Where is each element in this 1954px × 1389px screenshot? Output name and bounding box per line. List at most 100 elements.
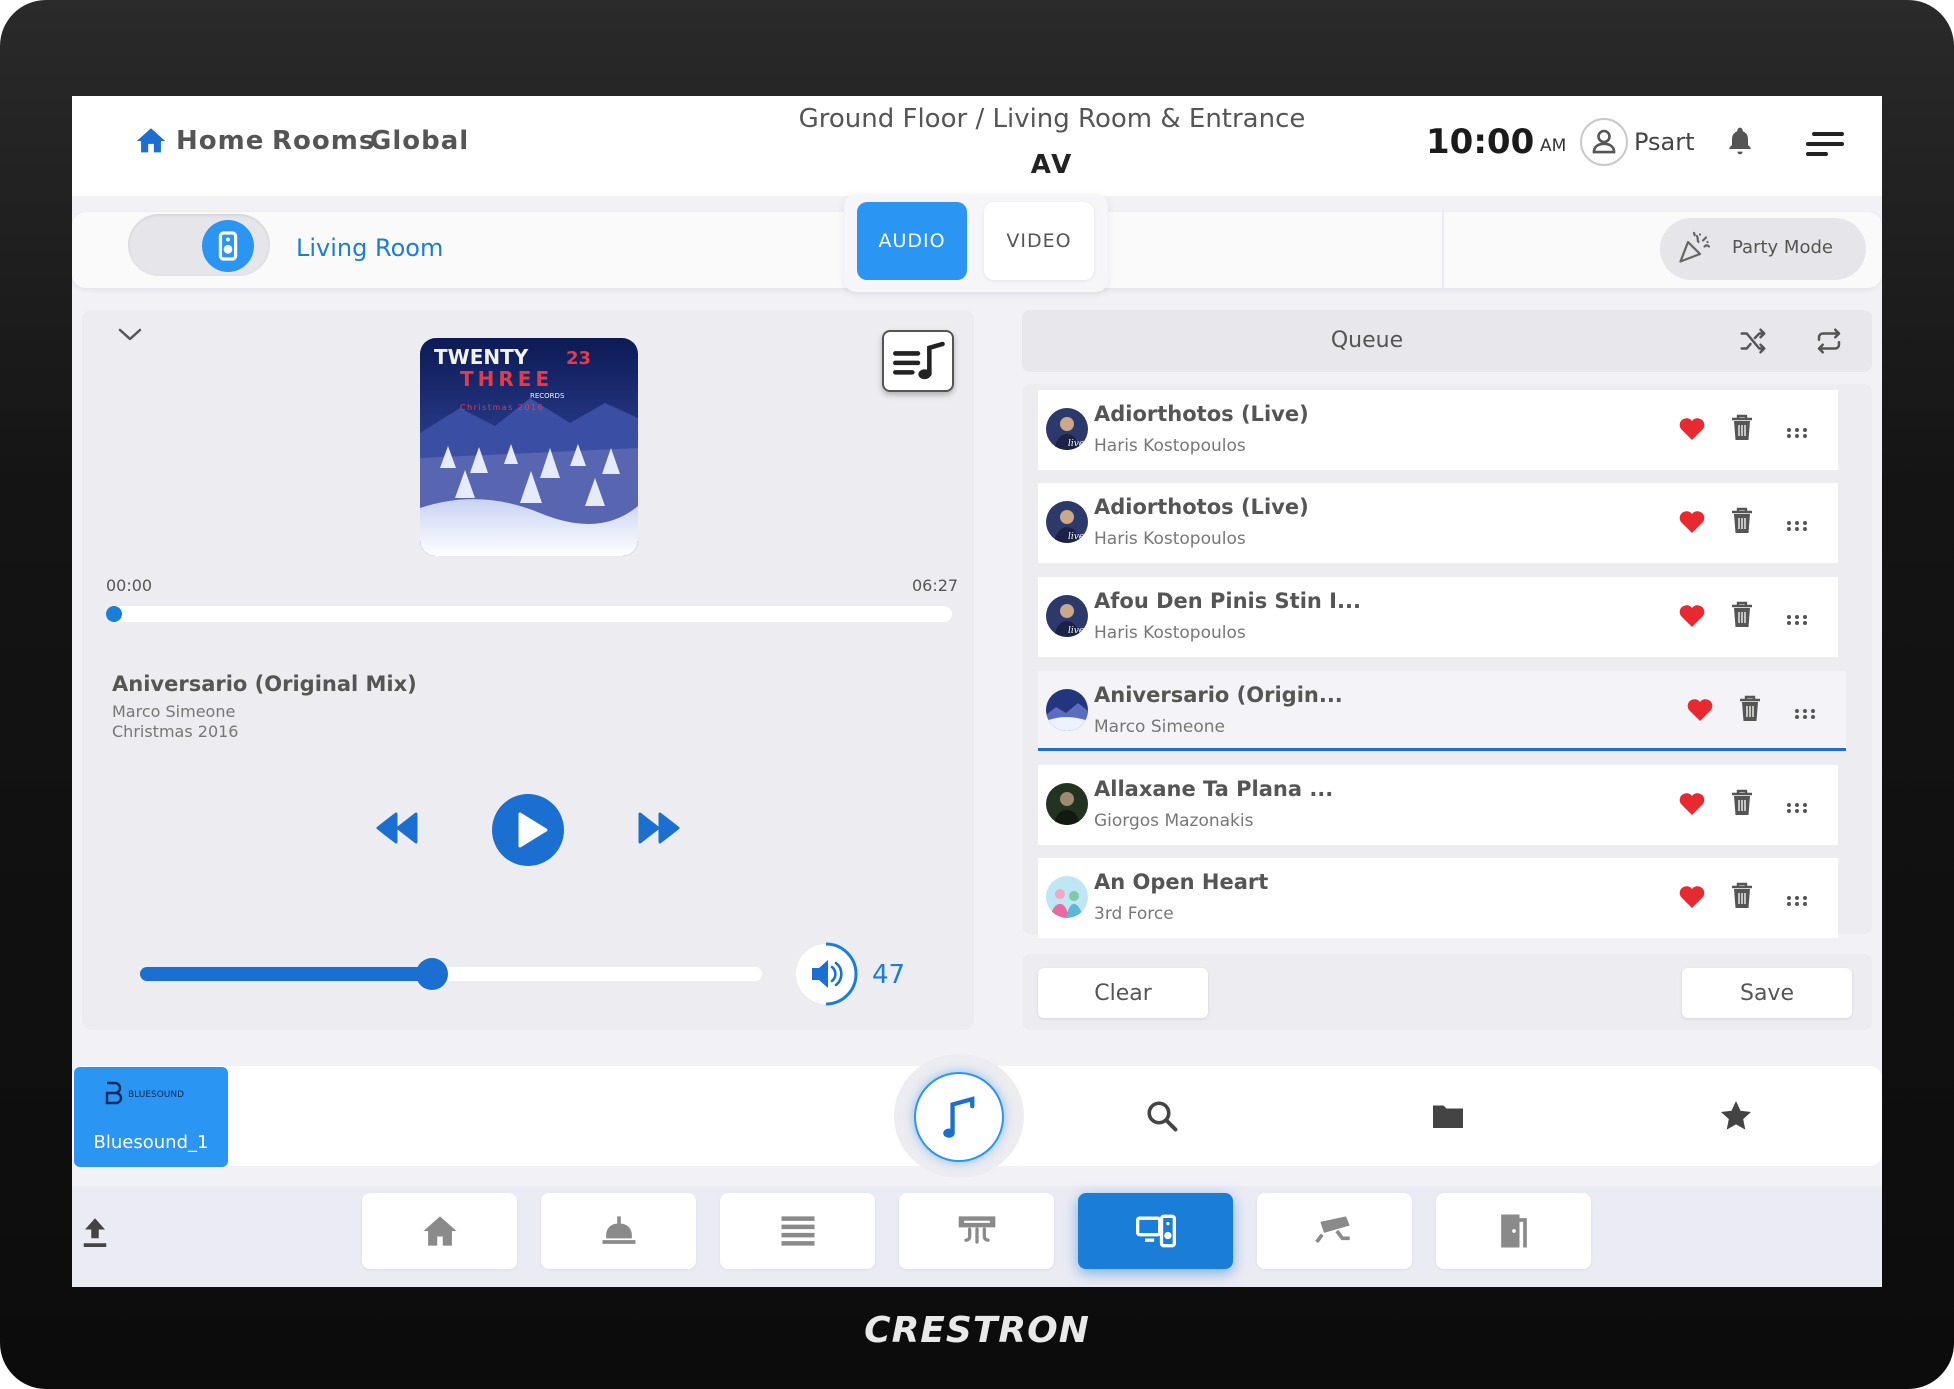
nav-security[interactable] <box>1257 1193 1412 1269</box>
shuffle-icon[interactable] <box>1736 326 1770 356</box>
trash-icon[interactable] <box>1738 695 1762 723</box>
user-avatar[interactable] <box>1580 118 1628 166</box>
album-art-text: 23 <box>566 348 591 369</box>
tab-video[interactable]: VIDEO <box>984 202 1094 280</box>
user-icon <box>1592 129 1616 154</box>
nav-rooms-link[interactable]: Rooms <box>272 126 375 156</box>
queue-track-title: Adiorthotos (Live) <box>1094 495 1309 519</box>
svg-text:live: live <box>1068 532 1084 542</box>
playlist-icon <box>893 341 945 380</box>
trash-icon[interactable] <box>1730 507 1754 535</box>
heart-icon[interactable] <box>1678 603 1706 629</box>
nav-global-link[interactable]: Global <box>370 126 469 156</box>
light-icon <box>602 1216 635 1244</box>
queue-track-title: Aniversario (Origin... <box>1094 683 1343 707</box>
trash-icon[interactable] <box>1730 882 1754 910</box>
drag-handle-icon[interactable] <box>1786 517 1808 531</box>
nav-home-link[interactable]: Home <box>176 126 264 156</box>
heart-icon[interactable] <box>1678 884 1706 910</box>
track-artist: Marco Simeone <box>112 702 236 721</box>
drag-handle-icon[interactable] <box>1786 424 1808 438</box>
repeat-icon[interactable] <box>1812 326 1846 356</box>
av-icon <box>1135 1214 1176 1248</box>
play-button[interactable] <box>492 794 564 866</box>
queue-track-artist: Giorgos Mazonakis <box>1094 811 1254 831</box>
queue-row[interactable]: Aniversario (Origin... Marco Simeone <box>1038 671 1846 751</box>
drag-handle-icon[interactable] <box>1794 705 1816 719</box>
elapsed-time: 00:00 <box>106 576 153 595</box>
divider <box>1442 212 1444 288</box>
home-icon[interactable] <box>134 124 168 158</box>
album-art-text: Christmas 2016 <box>460 403 544 412</box>
album-art: TWENTY 23 THREE RECORDS Christmas 2016 <box>420 338 638 556</box>
rewind-icon[interactable] <box>374 808 418 848</box>
clock-ampm: AM <box>1540 136 1567 156</box>
speaker-icon <box>218 231 238 261</box>
search-icon[interactable] <box>1144 1098 1180 1134</box>
page-title: AV <box>1030 150 1074 180</box>
chevron-down-icon[interactable] <box>114 322 146 346</box>
clock-time: 10:00 <box>1426 122 1535 162</box>
speaker-toggle-knob[interactable] <box>202 220 254 272</box>
track-thumbnail: live <box>1046 501 1088 543</box>
drag-handle-icon[interactable] <box>1786 611 1808 625</box>
queue-row[interactable]: Allaxane Ta Plana ... Giorgos Mazonakis <box>1038 765 1838 845</box>
album-art-image: TWENTY 23 THREE RECORDS Christmas 2016 <box>420 338 638 556</box>
track-thumbnail <box>1046 876 1088 918</box>
drag-handle-icon[interactable] <box>1786 892 1808 906</box>
nav-home[interactable] <box>362 1193 517 1269</box>
play-icon <box>518 812 548 848</box>
bluesound-logo: BLUESOUND <box>105 1081 184 1105</box>
progress-fill[interactable] <box>106 606 122 622</box>
queue-toggle-button[interactable] <box>882 330 954 392</box>
progress-track[interactable] <box>106 606 952 622</box>
queue-row[interactable]: live Afou Den Pinis Stin I... Haris Kostop… <box>1038 577 1838 657</box>
climate-icon <box>958 1216 995 1244</box>
tab-audio[interactable]: AUDIO <box>857 202 967 280</box>
nav-av[interactable] <box>1078 1193 1233 1269</box>
trash-icon[interactable] <box>1730 414 1754 442</box>
nav-doors[interactable] <box>1436 1193 1591 1269</box>
queue-row[interactable]: live Adiorthotos (Live) Haris Kostopoulos <box>1038 483 1838 563</box>
volume-value: 47 <box>872 960 906 990</box>
drag-handle-icon[interactable] <box>1786 799 1808 813</box>
queue-row[interactable]: live Adiorthotos (Live) Haris Kostopoulos <box>1038 390 1838 470</box>
upload-icon[interactable] <box>80 1214 110 1250</box>
bell-icon[interactable] <box>1724 124 1756 158</box>
fast-forward-icon[interactable] <box>638 808 682 848</box>
heart-icon[interactable] <box>1678 509 1706 535</box>
nav-climate[interactable] <box>899 1193 1054 1269</box>
nav-lights[interactable] <box>541 1193 696 1269</box>
queue-track-artist: Haris Kostopoulos <box>1094 623 1246 643</box>
menu-icon[interactable] <box>1806 130 1846 158</box>
screen: Home Rooms Global Ground Floor / Living … <box>72 96 1882 1287</box>
queue-track-title: An Open Heart <box>1094 870 1269 894</box>
album-art-text: THREE <box>460 367 553 391</box>
track-thumbnail: live <box>1046 408 1088 450</box>
trash-icon[interactable] <box>1730 601 1754 629</box>
clear-queue-button[interactable]: Clear <box>1038 968 1208 1018</box>
star-icon[interactable] <box>1718 1098 1754 1134</box>
heart-icon[interactable] <box>1678 416 1706 442</box>
heart-icon[interactable] <box>1678 791 1706 817</box>
volume-slider-fill[interactable] <box>140 967 433 981</box>
save-queue-button[interactable]: Save <box>1682 968 1852 1018</box>
folder-icon[interactable] <box>1430 1098 1466 1134</box>
volume-icon[interactable] <box>792 940 860 1008</box>
queue-track-title: Allaxane Ta Plana ... <box>1094 777 1334 801</box>
door-icon <box>1500 1214 1527 1248</box>
tab-now-playing[interactable] <box>914 1072 1004 1162</box>
queue-track-artist: 3rd Force <box>1094 904 1174 924</box>
user-name[interactable]: Psart <box>1634 128 1695 156</box>
nav-shades[interactable] <box>720 1193 875 1269</box>
svg-text:live: live <box>1068 439 1084 449</box>
queue-row[interactable]: An Open Heart 3rd Force <box>1038 858 1838 938</box>
heart-icon[interactable] <box>1686 697 1714 723</box>
crestron-logo: CRESTRON <box>864 1310 1090 1351</box>
shades-icon <box>781 1216 814 1246</box>
room-name[interactable]: Living Room <box>296 234 443 262</box>
trash-icon[interactable] <box>1730 789 1754 817</box>
party-mode-label: Party Mode <box>1732 237 1833 258</box>
track-album: Christmas 2016 <box>112 722 239 741</box>
camera-icon <box>1314 1216 1350 1244</box>
